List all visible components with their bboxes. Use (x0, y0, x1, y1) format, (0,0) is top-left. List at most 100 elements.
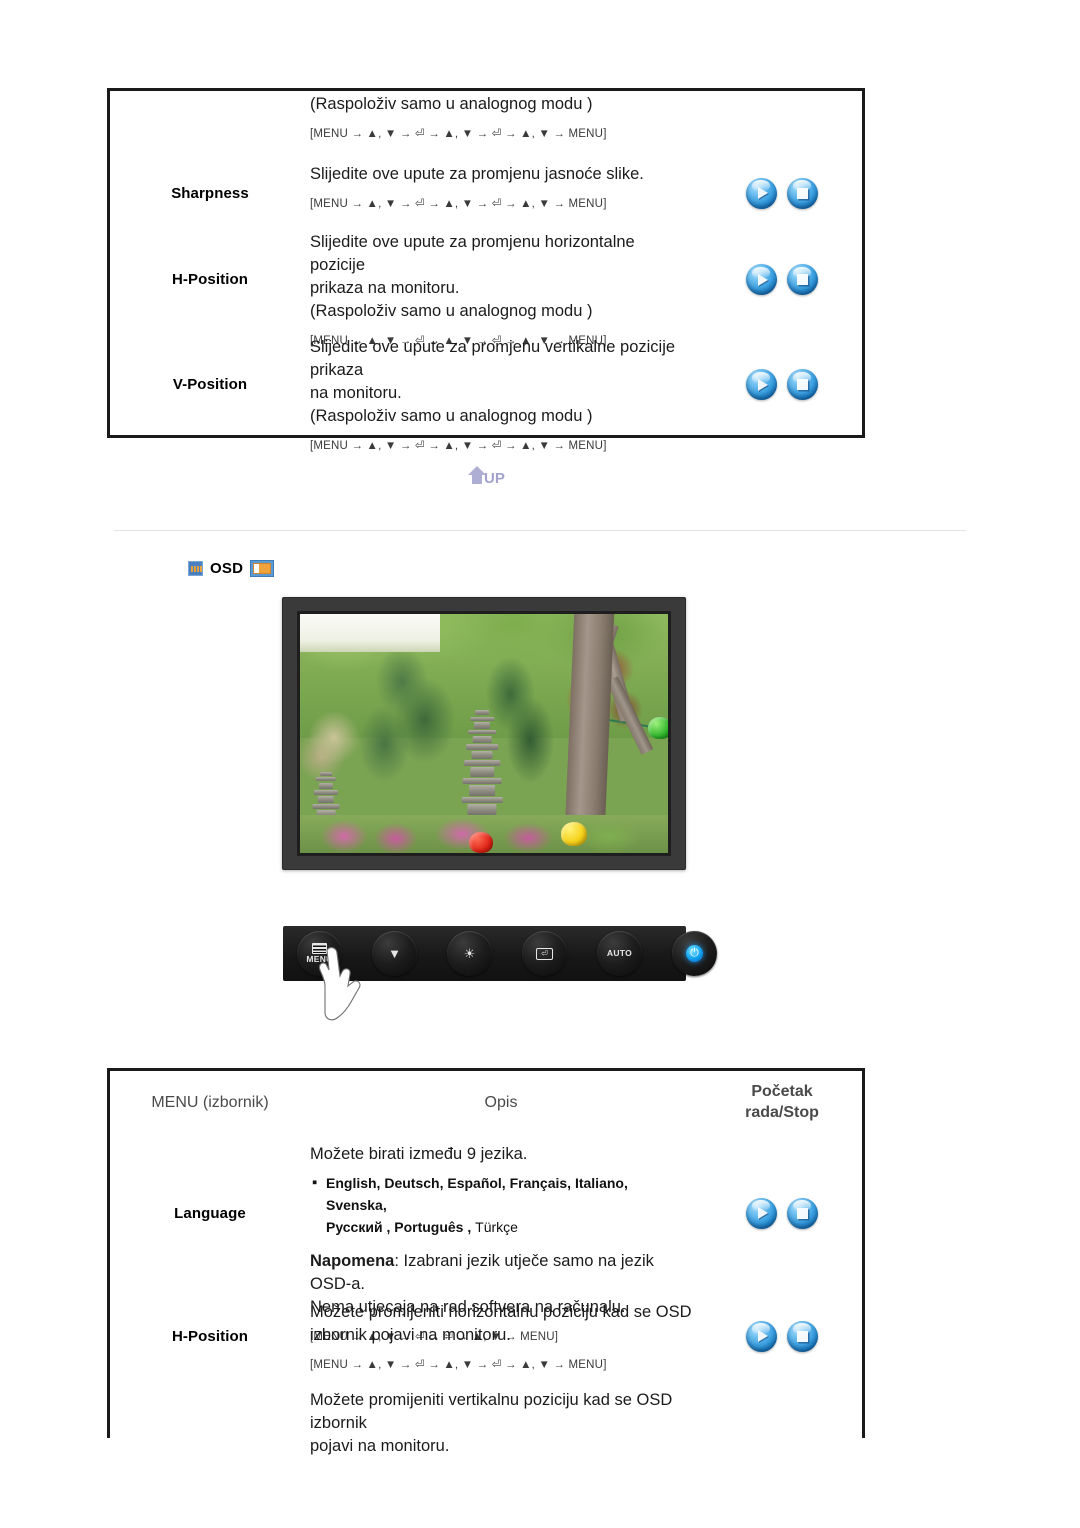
start-button[interactable] (746, 177, 777, 209)
description-cell: Slijedite ove upute za promjenu vertikal… (310, 332, 702, 452)
sky-patch (300, 614, 440, 653)
start-button[interactable] (746, 264, 777, 295)
menu-label-v-position: V-Position (172, 376, 248, 393)
yellow-lantern (560, 821, 588, 846)
header-desc-label: Opis (484, 1093, 518, 1111)
description-line: prikaza na monitoru. (310, 279, 460, 297)
play-icon (746, 178, 777, 209)
down-button[interactable]: ▼ (372, 931, 417, 976)
note-label: Napomena (310, 1252, 395, 1270)
nav-sequence: [MENU → ▲, ▼ → ⏎ → ▲, ▼ → ⏎ → ▲, ▼ → MEN… (310, 128, 607, 140)
note-paragraph: Napomena: Izabrani jezik utječe samo na … (310, 1250, 692, 1296)
description-line: Slijedite ove upute za promjenu horizont… (310, 233, 635, 274)
language-list-line2a: Русский , Português , (326, 1219, 476, 1235)
auto-button-label: AUTO (606, 948, 633, 958)
description-line: Slijedite ove upute za promjenu vertikal… (310, 338, 676, 379)
menu-cell: H-Position (110, 1293, 310, 1379)
description-cell: Slijedite ove upute za promjenu jasnoće … (310, 159, 702, 227)
osd-bullet-icon (188, 561, 203, 576)
stop-icon (787, 178, 818, 209)
description-cell: Možete birati između 9 jezika. ▪ English… (310, 1133, 702, 1343)
description-line: Slijedite ove upute za promjenu jasnoće … (310, 165, 644, 183)
table-header-row: MENU (izbornik) Opis Početak rada/Stop (110, 1071, 862, 1133)
description-cell: Možete promijeniti horizontalnu poziciju… (310, 1293, 702, 1379)
language-list: ▪ English, Deutsch, Español, Français, I… (312, 1172, 692, 1238)
start-stop-cell (702, 1293, 862, 1379)
stop-button[interactable] (787, 1320, 818, 1352)
up-button[interactable]: ☀ (447, 931, 492, 976)
menu-cell (110, 91, 310, 159)
table-row-language: Language Možete birati između 9 jezika. … (110, 1133, 862, 1343)
description-line: Možete promijeniti vertikalnu poziciju k… (310, 1391, 673, 1432)
table-row: H-Position Možete promijeniti horizontal… (110, 1293, 862, 1379)
description-line: (Raspoloživ samo u analognog modu ) (310, 407, 593, 425)
start-stop-cell (702, 1379, 862, 1441)
header-menu-cell: MENU (izbornik) (110, 1092, 310, 1113)
sharpness-position-table: (Raspoloživ samo u analognog modu ) [MEN… (107, 88, 865, 452)
power-button[interactable]: ⏻ (672, 931, 717, 976)
menu-button-label: MENU (306, 954, 333, 964)
osd-menu-icon (250, 560, 275, 577)
down-arrow-icon: ▼ (388, 946, 401, 961)
nav-sequence: [MENU → ▲, ▼ → ⏎ → ▲, ▼ → ⏎ → ▲, ▼ → MEN… (310, 1359, 607, 1371)
stop-button[interactable] (787, 264, 818, 295)
header-start-line2: rada/Stop (745, 1104, 819, 1121)
language-list-line1: English, Deutsch, Español, Français, Ita… (326, 1175, 628, 1213)
menu-button[interactable]: MENU (297, 931, 342, 976)
stop-button[interactable] (787, 369, 818, 400)
description-line: (Raspoloživ samo u analognog modu ) (310, 95, 593, 113)
menu-cell: V-Position (110, 332, 310, 437)
language-list-line2b: Türkçe (475, 1219, 518, 1235)
header-desc-cell: Opis (310, 1088, 702, 1117)
red-lantern (469, 831, 493, 853)
nav-sequence: [MENU → ▲, ▼ → ⏎ → ▲, ▼ → ⏎ → ▲, ▼ → MEN… (310, 440, 607, 452)
start-button[interactable] (746, 369, 777, 400)
monitor-control-bar: MENU ▼ ☀ ⏎ AUTO ⏻ (283, 926, 717, 1021)
menu-label-language: Language (174, 1204, 246, 1222)
monitor-bezel (297, 611, 671, 856)
stop-icon (787, 1321, 818, 1352)
menu-label-h-position: H-Position (172, 271, 248, 288)
header-start-cell: Početak rada/Stop (702, 1081, 862, 1123)
description-line: izbornik pojavi na monitoru. (310, 1326, 511, 1344)
header-start-line1: Početak (751, 1083, 813, 1100)
start-button[interactable] (746, 1197, 777, 1229)
osd-title: OSD (210, 560, 244, 577)
green-lantern (648, 716, 668, 740)
enter-button[interactable]: ⏎ (522, 931, 567, 976)
description-cell: (Raspoloživ samo u analognog modu ) [MEN… (310, 91, 702, 159)
description-line: Možete promijeniti horizontalnu poziciju… (310, 1303, 692, 1321)
osd-section-heading: OSD (188, 560, 275, 577)
monitor-illustration (282, 597, 686, 870)
stop-icon (787, 369, 818, 400)
auto-button[interactable]: AUTO (597, 931, 642, 976)
menu-icon (312, 943, 327, 954)
start-stop-cell (702, 332, 862, 437)
stop-icon (787, 1198, 818, 1229)
stop-button[interactable] (787, 177, 818, 209)
start-stop-cell (702, 227, 862, 332)
description-line: (Raspoloživ samo u analognog modu ) (310, 302, 593, 320)
description-line: pojavi na monitoru. (310, 1437, 450, 1455)
menu-label-h-position: H-Position (172, 1327, 248, 1345)
stone-pagoda (461, 709, 503, 815)
up-link[interactable]: UP (464, 462, 516, 492)
brightness-icon: ☀ (463, 946, 476, 961)
description-cell: Možete promijeniti vertikalnu poziciju k… (310, 1379, 702, 1455)
start-button[interactable] (746, 1320, 777, 1352)
power-icon: ⏻ (686, 945, 703, 962)
table-row: Sharpness Slijedite ove upute za promjen… (110, 159, 862, 227)
description-line: na monitoru. (310, 384, 402, 402)
start-stop-cell (702, 91, 862, 159)
monitor-screen (300, 614, 668, 853)
play-icon (746, 369, 777, 400)
table-row: V-Position Slijedite ove upute za promje… (110, 332, 862, 452)
table-row: (Raspoloživ samo u analognog modu ) [MEN… (110, 91, 862, 159)
start-stop-cell (702, 159, 862, 227)
stop-button[interactable] (787, 1197, 818, 1229)
language-intro: Možete birati između 9 jezika. (310, 1145, 528, 1163)
play-icon (746, 1198, 777, 1229)
play-icon (746, 1321, 777, 1352)
table-row: Možete promijeniti vertikalnu poziciju k… (110, 1379, 862, 1455)
table-row: H-Position Slijedite ove upute za promje… (110, 227, 862, 347)
